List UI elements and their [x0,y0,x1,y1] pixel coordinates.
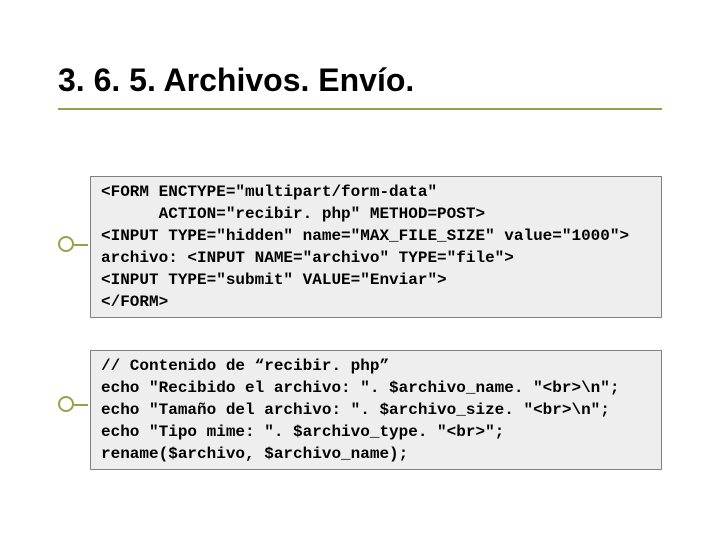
code-line: </FORM> [101,293,168,311]
code-line: echo "Tipo mime: ". $archivo_type. "<br>… [101,423,504,441]
code-line: echo "Recibido el archivo: ". $archivo_n… [101,379,619,397]
code-block-form: <FORM ENCTYPE="multipart/form-data" ACTI… [90,176,662,318]
code-line: archivo: <INPUT NAME="archivo" TYPE="fil… [101,249,514,267]
code-line: ACTION="recibir. php" METHOD=POST> [101,205,485,223]
bullet-icon [58,236,74,252]
bullet-icon [58,396,74,412]
code-line: echo "Tamaño del archivo: ". $archivo_si… [101,401,610,419]
bullet-connector-icon [74,244,88,246]
code-line: <INPUT TYPE="submit" VALUE="Enviar"> [101,271,447,289]
code-line: // Contenido de “recibir. php” [101,357,389,375]
code-line: <FORM ENCTYPE="multipart/form-data" [101,183,437,201]
code-line: rename($archivo, $archivo_name); [101,445,408,463]
bullet-connector-icon [74,404,88,406]
slide: 3. 6. 5. Archivos. Envío. <FORM ENCTYPE=… [0,0,720,540]
title-underline-icon [58,108,662,110]
code-block-php: // Contenido de “recibir. php” echo "Rec… [90,350,662,470]
code-line: <INPUT TYPE="hidden" name="MAX_FILE_SIZE… [101,227,629,245]
page-title: 3. 6. 5. Archivos. Envío. [58,62,414,99]
